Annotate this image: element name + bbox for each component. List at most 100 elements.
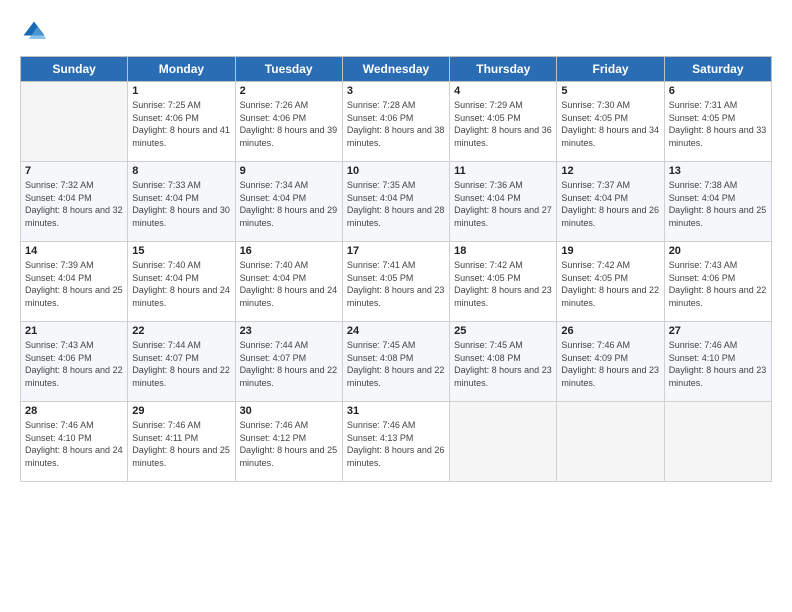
sunset-value: 4:07 PM (165, 353, 199, 363)
day-info: Sunrise: 7:32 AMSunset: 4:04 PMDaylight:… (25, 179, 123, 229)
calendar-cell: 11Sunrise: 7:36 AMSunset: 4:04 PMDayligh… (450, 162, 557, 242)
day-number: 28 (25, 405, 123, 417)
sunset-value: 4:05 PM (594, 273, 628, 283)
day-info: Sunrise: 7:42 AMSunset: 4:05 PMDaylight:… (561, 259, 659, 309)
sunrise-value: 7:40 AM (168, 260, 201, 270)
sunrise-value: 7:44 AM (168, 340, 201, 350)
daylight-label: Daylight: (240, 445, 275, 455)
week-row-2: 14Sunrise: 7:39 AMSunset: 4:04 PMDayligh… (21, 242, 772, 322)
sunset-value: 4:07 PM (273, 353, 307, 363)
sunset-label: Sunset: (347, 113, 378, 123)
sunrise-label: Sunrise: (347, 180, 380, 190)
sunrise-label: Sunrise: (561, 180, 594, 190)
sunrise-value: 7:32 AM (61, 180, 94, 190)
sunrise-label: Sunrise: (132, 340, 165, 350)
sunset-label: Sunset: (240, 193, 271, 203)
sunset-value: 4:10 PM (702, 353, 736, 363)
day-info: Sunrise: 7:33 AMSunset: 4:04 PMDaylight:… (132, 179, 230, 229)
calendar-cell: 6 Sunrise: 7:31 AMSunset: 4:05 PMDaylight… (664, 82, 771, 162)
calendar-cell: 25Sunrise: 7:45 AMSunset: 4:08 PMDayligh… (450, 322, 557, 402)
day-info: Sunrise: 7:41 AMSunset: 4:05 PMDaylight:… (347, 259, 445, 309)
sunset-label: Sunset: (132, 433, 163, 443)
sunset-label: Sunset: (561, 353, 592, 363)
daylight-label: Daylight: (669, 205, 704, 215)
sunrise-label: Sunrise: (240, 180, 273, 190)
day-info: Sunrise: 7:44 AMSunset: 4:07 PMDaylight:… (240, 339, 338, 389)
sunrise-value: 7:33 AM (168, 180, 201, 190)
day-info: Sunrise: 7:35 AMSunset: 4:04 PMDaylight:… (347, 179, 445, 229)
day-number: 3 (347, 85, 445, 97)
sunset-label: Sunset: (25, 273, 56, 283)
day-number: 23 (240, 325, 338, 337)
day-number: 25 (454, 325, 552, 337)
daylight-label: Daylight: (25, 445, 60, 455)
calendar-cell: 19Sunrise: 7:42 AMSunset: 4:05 PMDayligh… (557, 242, 664, 322)
sunrise-value: 7:35 AM (382, 180, 415, 190)
day-number: 10 (347, 165, 445, 177)
sunrise-value: 7:31 AM (704, 100, 737, 110)
day-info: Sunrise: 7:31 AMSunset: 4:05 PMDaylight:… (669, 99, 767, 149)
sunset-value: 4:04 PM (487, 193, 521, 203)
day-number: 26 (561, 325, 659, 337)
sunset-value: 4:04 PM (702, 193, 736, 203)
sunset-label: Sunset: (669, 353, 700, 363)
sunrise-value: 7:37 AM (597, 180, 630, 190)
sunrise-label: Sunrise: (347, 260, 380, 270)
daylight-label: Daylight: (132, 365, 167, 375)
day-info: Sunrise: 7:38 AMSunset: 4:04 PMDaylight:… (669, 179, 767, 229)
calendar-cell: 1 Sunrise: 7:25 AMSunset: 4:06 PMDaylight… (128, 82, 235, 162)
sunset-label: Sunset: (347, 353, 378, 363)
day-info: Sunrise: 7:29 AMSunset: 4:05 PMDaylight:… (454, 99, 552, 149)
sunset-label: Sunset: (240, 113, 271, 123)
week-row-1: 7Sunrise: 7:32 AMSunset: 4:04 PMDaylight… (21, 162, 772, 242)
sunset-value: 4:04 PM (58, 193, 92, 203)
calendar-cell: 4Sunrise: 7:29 AMSunset: 4:05 PMDaylight… (450, 82, 557, 162)
sunrise-label: Sunrise: (454, 340, 487, 350)
sunset-value: 4:04 PM (273, 273, 307, 283)
sunrise-label: Sunrise: (347, 420, 380, 430)
sunset-value: 4:05 PM (702, 113, 736, 123)
calendar-cell: 28Sunrise: 7:46 AMSunset: 4:10 PMDayligh… (21, 402, 128, 482)
day-number: 8 (132, 165, 230, 177)
calendar-cell: 26Sunrise: 7:46 AMSunset: 4:09 PMDayligh… (557, 322, 664, 402)
day-info: Sunrise: 7:40 AMSunset: 4:04 PMDaylight:… (240, 259, 338, 309)
sunrise-value: 7:29 AM (490, 100, 523, 110)
day-info: Sunrise: 7:25 AMSunset: 4:06 PMDaylight:… (132, 99, 230, 149)
week-row-4: 28Sunrise: 7:46 AMSunset: 4:10 PMDayligh… (21, 402, 772, 482)
daylight-label: Daylight: (347, 125, 382, 135)
weekday-friday: Friday (557, 57, 664, 82)
weekday-monday: Monday (128, 57, 235, 82)
sunset-value: 4:06 PM (165, 113, 199, 123)
calendar-cell: 5Sunrise: 7:30 AMSunset: 4:05 PMDaylight… (557, 82, 664, 162)
sunset-value: 4:11 PM (165, 433, 198, 443)
calendar-cell: 10 Sunrise: 7:35 AMSunset: 4:04 PMDayligh… (342, 162, 449, 242)
sunset-value: 4:05 PM (380, 273, 414, 283)
weekday-sunday: Sunday (21, 57, 128, 82)
daylight-label: Daylight: (240, 205, 275, 215)
day-number: 1 (132, 85, 230, 97)
day-info: Sunrise: 7:37 AMSunset: 4:04 PMDaylight:… (561, 179, 659, 229)
header (20, 18, 772, 46)
sunset-value: 4:06 PM (58, 353, 92, 363)
sunset-label: Sunset: (132, 353, 163, 363)
day-info: Sunrise: 7:28 AMSunset: 4:06 PMDaylight:… (347, 99, 445, 149)
sunrise-label: Sunrise: (25, 420, 58, 430)
day-number: 14 (25, 245, 123, 257)
sunset-label: Sunset: (454, 273, 485, 283)
daylight-label: Daylight: (240, 125, 275, 135)
calendar-cell: 27Sunrise: 7:46 AMSunset: 4:10 PMDayligh… (664, 322, 771, 402)
day-number: 24 (347, 325, 445, 337)
sunrise-label: Sunrise: (132, 420, 165, 430)
calendar-cell: 24Sunrise: 7:45 AMSunset: 4:08 PMDayligh… (342, 322, 449, 402)
sunrise-value: 7:46 AM (597, 340, 630, 350)
sunrise-value: 7:28 AM (382, 100, 415, 110)
day-number: 21 (25, 325, 123, 337)
sunrise-label: Sunrise: (132, 100, 165, 110)
sunset-label: Sunset: (240, 433, 271, 443)
sunset-label: Sunset: (454, 113, 485, 123)
daylight-label: Daylight: (347, 285, 382, 295)
sunset-value: 4:04 PM (58, 273, 92, 283)
sunset-label: Sunset: (132, 273, 163, 283)
day-number: 6 (669, 85, 767, 97)
sunrise-label: Sunrise: (240, 420, 273, 430)
